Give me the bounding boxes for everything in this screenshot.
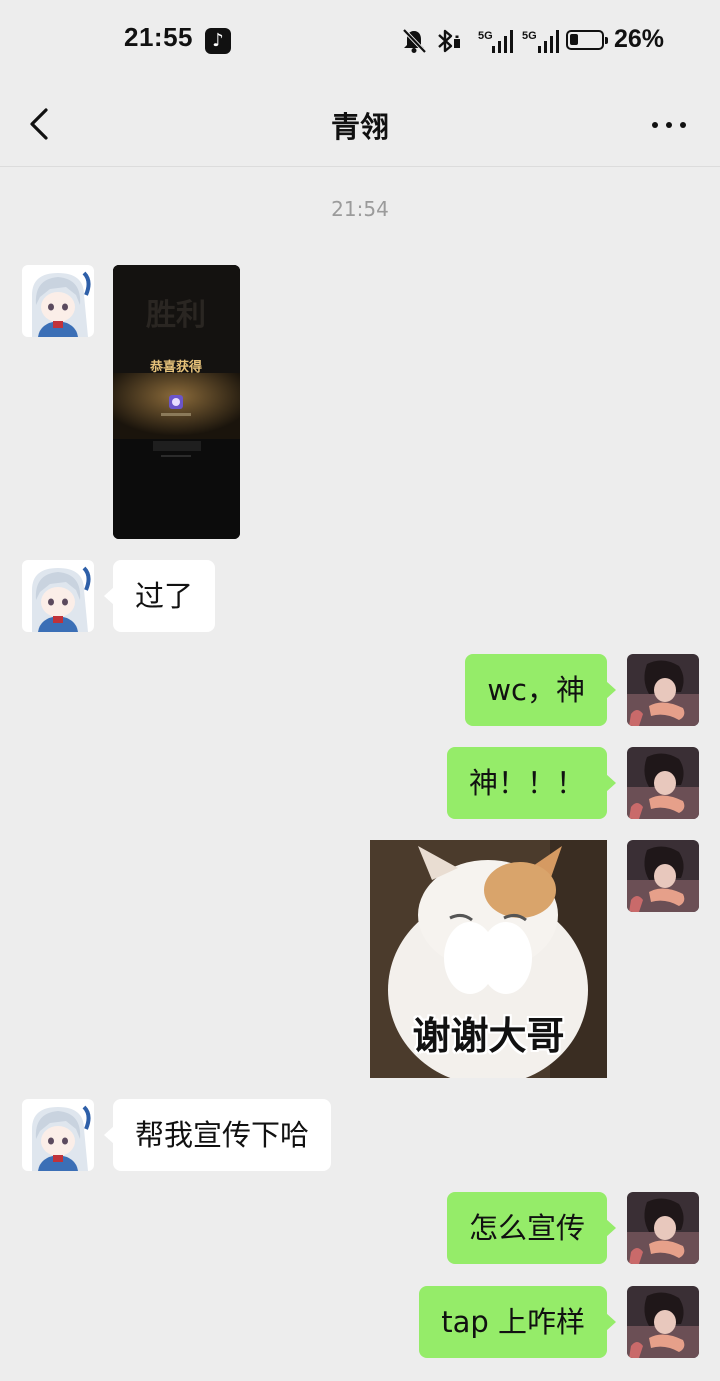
my-avatar[interactable] <box>627 654 699 726</box>
message-timestamp: 21:54 <box>331 197 389 221</box>
battery-percent: 26% <box>614 25 665 53</box>
contact-avatar[interactable] <box>22 265 94 337</box>
signal-icon: 5G <box>522 30 559 53</box>
status-bar: 21:55 ♪ 5G 5G 26% <box>0 0 720 82</box>
my-avatar[interactable] <box>627 747 699 819</box>
svg-text:胜利: 胜利 <box>146 298 206 333</box>
mute-bell-icon <box>402 28 427 54</box>
bluetooth-icon <box>438 29 460 53</box>
incoming-message-bubble[interactable]: 帮我宣传下哈 <box>103 1099 332 1171</box>
chat-title: 青翎 <box>330 110 389 144</box>
outgoing-message-bubble[interactable]: tap 上咋样 <box>419 1286 616 1358</box>
outgoing-message-bubble[interactable]: 神！！！ <box>446 747 617 819</box>
status-time: 21:55 <box>124 22 193 52</box>
svg-text:恭喜获得: 恭喜获得 <box>149 359 202 375</box>
outgoing-message-bubble[interactable]: wc，神 <box>465 654 616 726</box>
battery-icon <box>566 30 608 50</box>
svg-text:5G: 5G <box>522 30 537 42</box>
svg-text:5G: 5G <box>478 30 493 42</box>
signal-icon: 5G <box>478 30 513 53</box>
incoming-message-bubble[interactable]: 过了 <box>103 560 216 632</box>
my-avatar[interactable] <box>627 1192 699 1264</box>
cat-sticker[interactable]: 谢谢大哥 <box>370 840 607 1078</box>
shared-screenshot-image[interactable]: 胜利 恭喜获得 <box>113 265 240 539</box>
contact-avatar[interactable] <box>22 560 94 632</box>
chat-header: 青翎 <box>0 82 720 167</box>
my-avatar[interactable] <box>627 840 699 912</box>
contact-avatar[interactable] <box>22 1099 94 1171</box>
sticker-caption: 谢谢大哥 <box>412 1014 565 1058</box>
more-dots-icon[interactable] <box>648 110 690 138</box>
my-avatar[interactable] <box>627 1286 699 1358</box>
outgoing-message-bubble[interactable]: 怎么宣传 <box>446 1192 617 1264</box>
tiktok-icon: ♪ <box>205 28 231 54</box>
